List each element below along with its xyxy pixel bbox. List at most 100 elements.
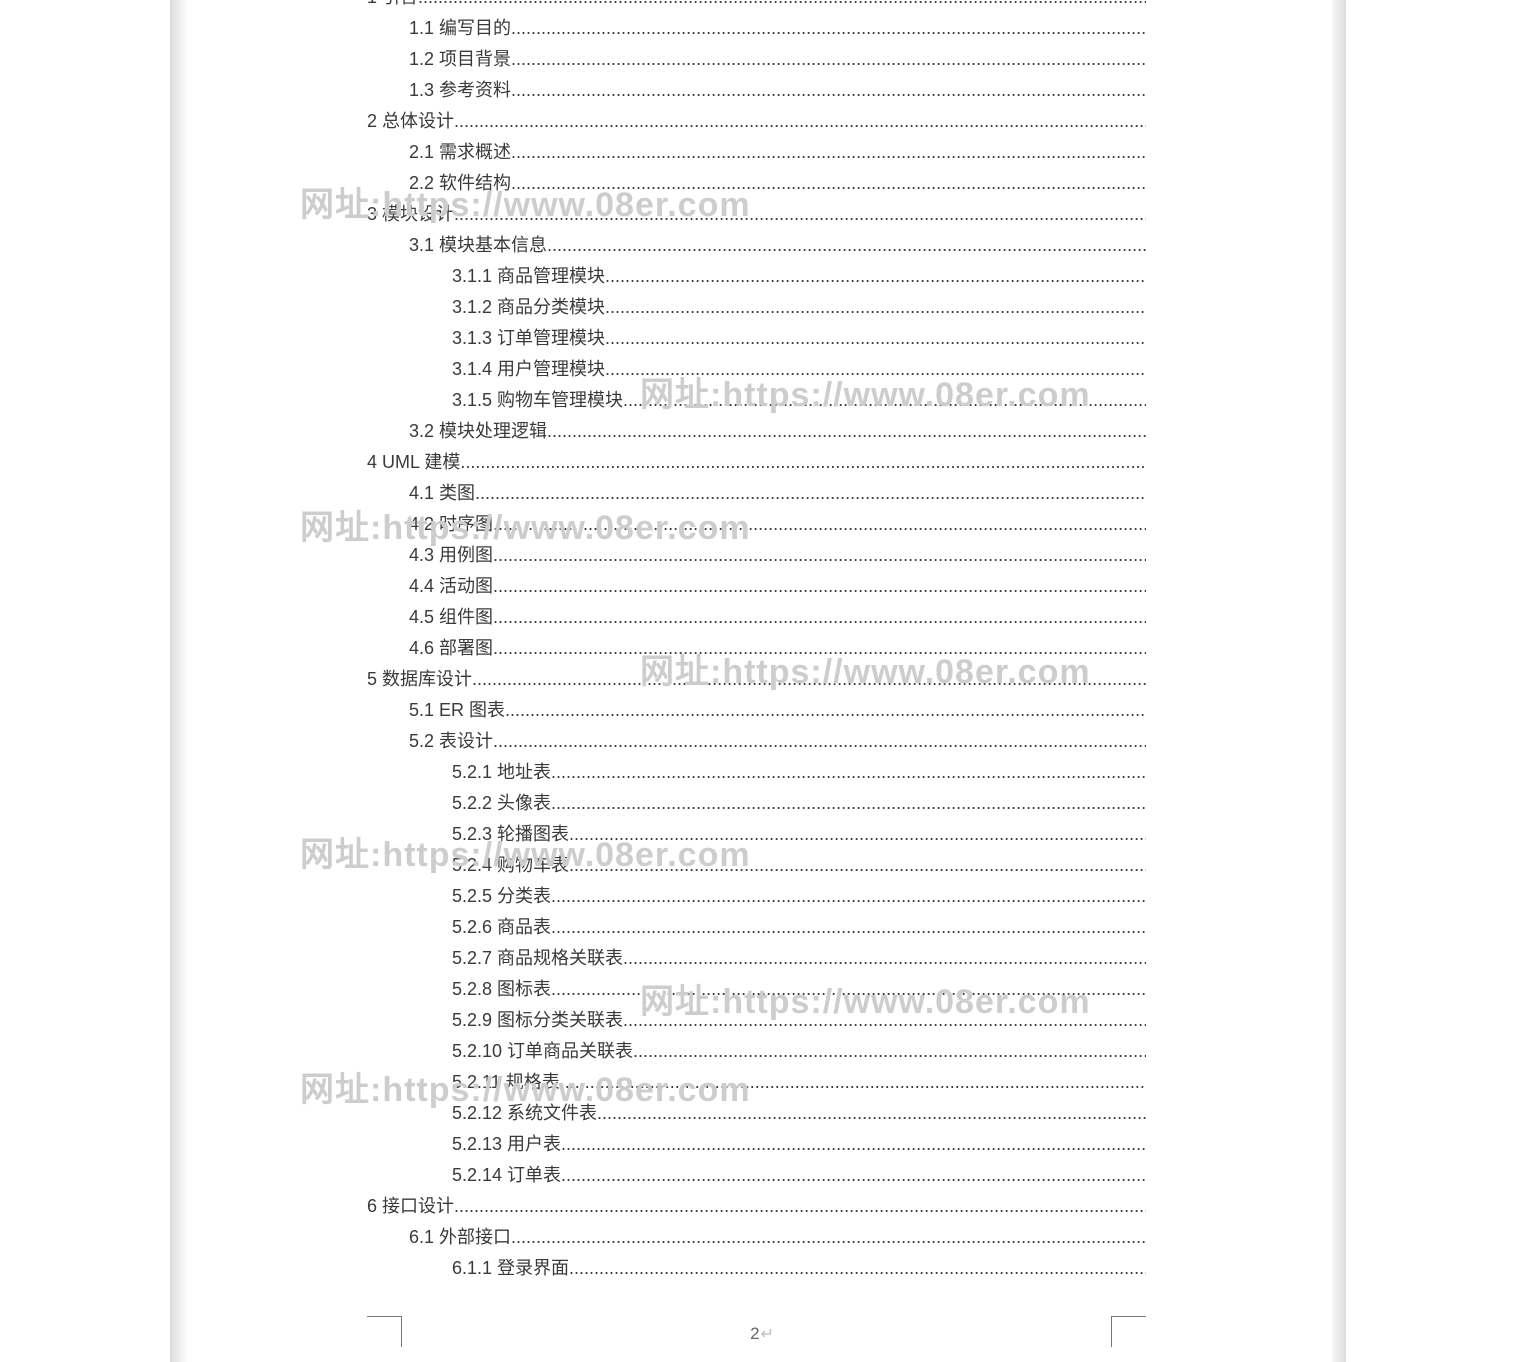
viewport: 1 引言....................................… <box>0 0 1524 1362</box>
toc-entry[interactable]: 4.3 用例图.................................… <box>409 540 1146 571</box>
toc-entry[interactable]: 6 接口设计..................................… <box>367 1191 1146 1222</box>
toc-entry[interactable]: 5.2.1 地址表...............................… <box>452 757 1146 788</box>
toc-leader-dots: ........................................… <box>560 1072 1146 1092</box>
toc-leader-dots: ........................................… <box>551 793 1146 813</box>
toc-entry-label: 4.3 用例图 <box>409 545 493 565</box>
toc-entry-label: 5.2.13 用户表 <box>452 1134 561 1154</box>
toc-leader-dots: ........................................… <box>493 731 1146 751</box>
toc-leader-dots: ........................................… <box>623 1010 1146 1030</box>
toc-entry-label: 5.1 ER 图表 <box>409 700 505 720</box>
toc-entry[interactable]: 1.2 项目背景................................… <box>409 44 1146 75</box>
paragraph-mark-icon: ↵ <box>761 1324 774 1344</box>
toc-entry[interactable]: 2.2 软件结构................................… <box>409 168 1146 199</box>
toc-leader-dots: ........................................… <box>605 359 1146 379</box>
toc-entry-label: 6 接口设计 <box>367 1196 454 1216</box>
toc-entry[interactable]: 5.1 ER 图表...............................… <box>409 695 1146 726</box>
toc-entry-label: 3.1.2 商品分类模块 <box>452 297 605 317</box>
toc-entry[interactable]: 1.3 参考资料................................… <box>409 75 1146 106</box>
toc-entry-label: 5.2.5 分类表 <box>452 886 551 906</box>
toc-leader-dots: ........................................… <box>597 1103 1146 1123</box>
toc-entry-label: 5.2.11 规格表 <box>452 1072 560 1092</box>
toc-leader-dots: ........................................… <box>511 18 1146 38</box>
toc-entry[interactable]: 5.2.8 图标表...............................… <box>452 974 1146 1005</box>
page-shadow-left <box>170 0 188 1362</box>
toc-leader-dots: ........................................… <box>561 1165 1146 1185</box>
toc-entry[interactable]: 5.2.7 商品规格关联表...........................… <box>452 943 1146 974</box>
toc-entry-label: 5.2.9 图标分类关联表 <box>452 1010 623 1030</box>
toc-leader-dots: ........................................… <box>547 235 1146 255</box>
toc-entry-label: 5.2.7 商品规格关联表 <box>452 948 623 968</box>
toc-entry[interactable]: 3.1.1 商品管理模块............................… <box>452 261 1146 292</box>
toc-entry[interactable]: 4.5 组件图.................................… <box>409 602 1146 633</box>
toc-leader-dots: ........................................… <box>418 0 1146 7</box>
page-number: 2↵ <box>192 1324 1332 1344</box>
toc-leader-dots: ........................................… <box>511 1227 1146 1247</box>
toc-leader-dots: ........................................… <box>472 669 1146 689</box>
toc-leader-dots: ........................................… <box>454 204 1146 224</box>
toc-leader-dots: ........................................… <box>475 483 1146 503</box>
toc-entry[interactable]: 4 UML 建模................................… <box>367 447 1146 478</box>
toc-entry[interactable]: 2.1 需求概述................................… <box>409 137 1146 168</box>
toc-entry-label: 2 总体设计 <box>367 111 454 131</box>
toc-leader-dots: ........................................… <box>454 1196 1146 1216</box>
toc-entry[interactable]: 4.1 类图..................................… <box>409 478 1146 509</box>
toc-entry-label: 4.5 组件图 <box>409 607 493 627</box>
toc-entry[interactable]: 5.2.6 商品表...............................… <box>452 912 1146 943</box>
toc-entry[interactable]: 3.1.3 订单管理模块............................… <box>452 323 1146 354</box>
toc-entry[interactable]: 4.6 部署图.................................… <box>409 633 1146 664</box>
toc-leader-dots: ........................................… <box>547 421 1146 441</box>
toc-leader-dots: ........................................… <box>605 297 1146 317</box>
toc-leader-dots: ........................................… <box>511 80 1146 100</box>
toc-entry-label: 5 数据库设计 <box>367 669 472 689</box>
toc-entry-label: 5.2.12 系统文件表 <box>452 1103 597 1123</box>
toc-entry[interactable]: 5.2 表设计.................................… <box>409 726 1146 757</box>
toc-entry-label: 3.1.3 订单管理模块 <box>452 328 605 348</box>
toc-leader-dots: ........................................… <box>493 607 1146 627</box>
toc-entry[interactable]: 5.2.5 分类表...............................… <box>452 881 1146 912</box>
toc-entry[interactable]: 5.2.13 用户表..............................… <box>452 1129 1146 1160</box>
toc-entry[interactable]: 5.2.11 规格表..............................… <box>452 1067 1146 1098</box>
toc-entry-label: 2.1 需求概述 <box>409 142 511 162</box>
toc-entry[interactable]: 5.2.12 系统文件表............................… <box>452 1098 1146 1129</box>
toc-entry[interactable]: 4.4 活动图.................................… <box>409 571 1146 602</box>
toc-entry[interactable]: 5.2.2 头像表...............................… <box>452 788 1146 819</box>
table-of-contents: 1 引言....................................… <box>192 0 1332 1314</box>
toc-entry[interactable]: 6.1.1 登录界面..............................… <box>452 1253 1146 1284</box>
toc-entry[interactable]: 2 总体设计..................................… <box>367 106 1146 137</box>
toc-leader-dots: ........................................… <box>511 142 1146 162</box>
toc-entry-label: 4 UML 建模 <box>367 452 460 472</box>
toc-leader-dots: ........................................… <box>569 855 1146 875</box>
toc-entry[interactable]: 3.1 模块基本信息..............................… <box>409 230 1146 261</box>
toc-entry[interactable]: 5.2.9 图标分类关联表...........................… <box>452 1005 1146 1036</box>
toc-entry-label: 1.2 项目背景 <box>409 49 511 69</box>
toc-entry[interactable]: 5.2.4 购物车表..............................… <box>452 850 1146 881</box>
toc-entry-label: 5.2.2 头像表 <box>452 793 551 813</box>
toc-entry-label: 5.2.10 订单商品关联表 <box>452 1041 633 1061</box>
toc-entry[interactable]: 1.1 编写目的................................… <box>409 13 1146 44</box>
toc-entry-label: 4.6 部署图 <box>409 638 493 658</box>
toc-entry[interactable]: 3.1.4 用户管理模块............................… <box>452 354 1146 385</box>
toc-entry[interactable]: 4.2 时序图.................................… <box>409 509 1146 540</box>
toc-entry-label: 5.2.3 轮播图表 <box>452 824 569 844</box>
toc-entry[interactable]: 3.1.5 购物车管理模块...........................… <box>452 385 1146 416</box>
toc-entry-label: 6.1.1 登录界面 <box>452 1258 569 1278</box>
toc-entry-label: 3.1 模块基本信息 <box>409 235 547 255</box>
toc-entry[interactable]: 6.1 外部接口................................… <box>409 1222 1146 1253</box>
page: 1 引言....................................… <box>192 0 1332 1362</box>
toc-entry[interactable]: 3.1.2 商品分类模块............................… <box>452 292 1146 323</box>
toc-entry[interactable]: 3 模块设计..................................… <box>367 199 1146 230</box>
page-footer: 2↵ <box>192 1314 1332 1362</box>
toc-entry[interactable]: 1 引言....................................… <box>367 0 1146 13</box>
toc-entry[interactable]: 3.2 模块处理逻辑..............................… <box>409 416 1146 447</box>
toc-leader-dots: ........................................… <box>623 390 1146 410</box>
toc-entry-label: 3 模块设计 <box>367 204 454 224</box>
toc-leader-dots: ........................................… <box>493 638 1146 658</box>
toc-entry-label: 1.1 编写目的 <box>409 18 511 38</box>
toc-entry-label: 3.1.4 用户管理模块 <box>452 359 605 379</box>
toc-entry[interactable]: 5.2.10 订单商品关联表..........................… <box>452 1036 1146 1067</box>
right-margin <box>1364 0 1524 1362</box>
toc-entry[interactable]: 5 数据库设计.................................… <box>367 664 1146 695</box>
toc-entry[interactable]: 5.2.3 轮播图表..............................… <box>452 819 1146 850</box>
toc-entry[interactable]: 5.2.14 订单表..............................… <box>452 1160 1146 1191</box>
toc-entry-label: 1 引言 <box>367 0 418 7</box>
